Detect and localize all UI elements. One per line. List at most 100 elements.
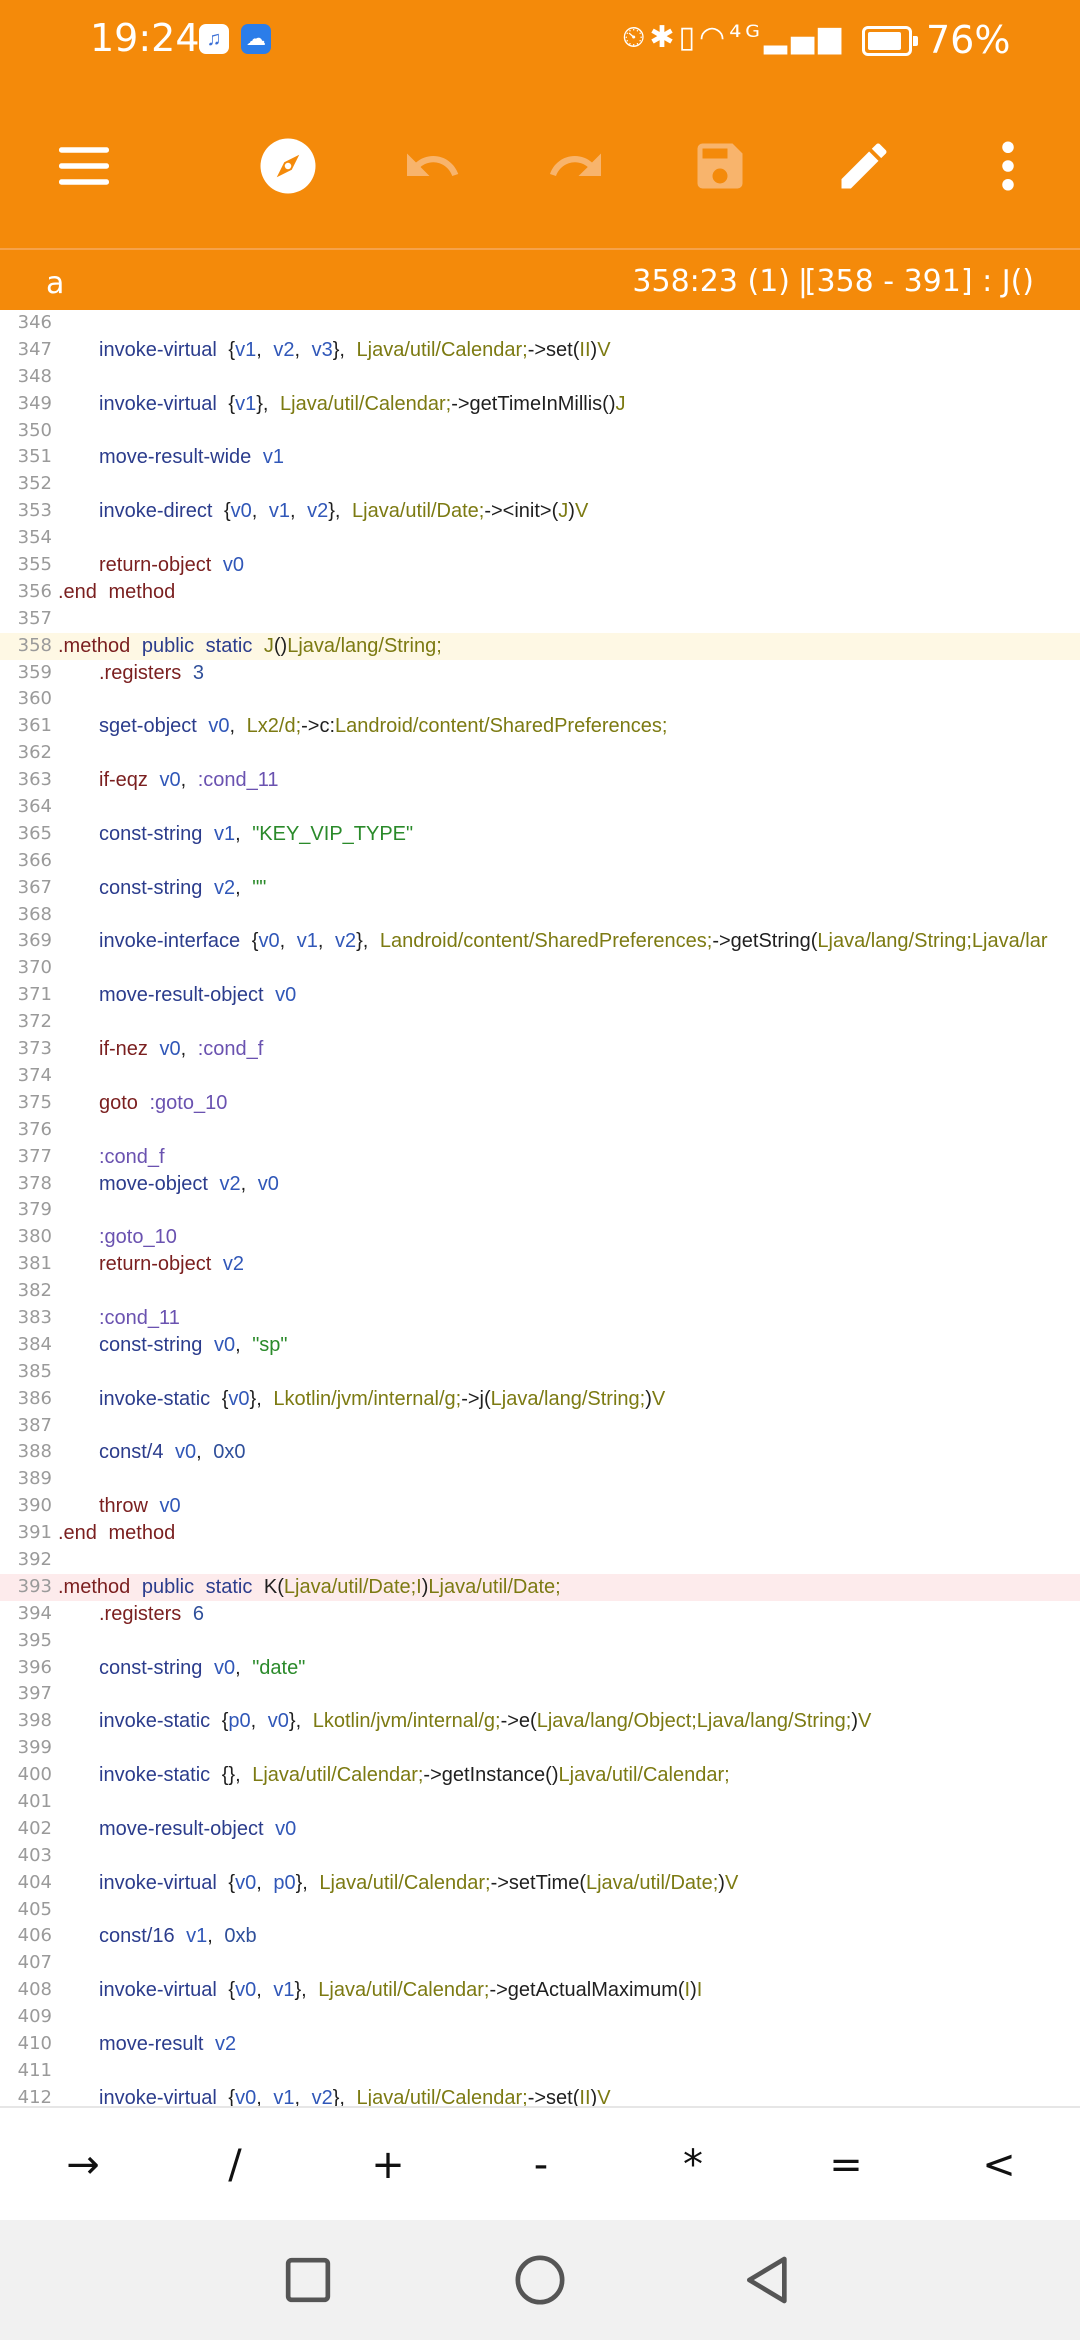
code-line[interactable]: 363 if-eqz v0, :cond_11 xyxy=(0,767,1080,794)
symbol-key[interactable]: + xyxy=(343,2130,433,2200)
status-icons: ⏲✱▯◠⁴ᴳ▂▄▆ xyxy=(622,20,846,55)
code-line[interactable]: 351 move-result-wide v1 xyxy=(0,444,1080,471)
code-line[interactable]: 372 xyxy=(0,1009,1080,1036)
code-line[interactable]: 401 xyxy=(0,1789,1080,1816)
code-line[interactable]: 410 move-result v2 xyxy=(0,2031,1080,2058)
code-line[interactable]: 381 return-object v2 xyxy=(0,1251,1080,1278)
code-line[interactable]: 403 xyxy=(0,1843,1080,1870)
code-line[interactable]: 405 xyxy=(0,1897,1080,1924)
line-number: 407 xyxy=(17,1952,52,1974)
code-line[interactable]: 412 invoke-virtual {v0, v1, v2}, Ljava/ut… xyxy=(0,2085,1080,2106)
code-line[interactable]: 352 xyxy=(0,471,1080,498)
code-line[interactable]: 389 xyxy=(0,1466,1080,1493)
code-line[interactable]: 359 .registers 3 xyxy=(0,660,1080,687)
code-line[interactable]: 365 const-string v1, "KEY_VIP_TYPE" xyxy=(0,821,1080,848)
code-line[interactable]: 361 sget-object v0, Lx2/d;->c:Landroid/co… xyxy=(0,713,1080,740)
code-line[interactable]: 390 throw v0 xyxy=(0,1493,1080,1520)
code-token: move-object xyxy=(99,1172,220,1195)
file-name[interactable]: a xyxy=(46,266,64,301)
save-icon[interactable] xyxy=(676,122,764,210)
code-line[interactable]: 385 xyxy=(0,1359,1080,1386)
code-line[interactable]: 378 move-object v2, v0 xyxy=(0,1171,1080,1198)
code-line[interactable]: 402 move-result-object v0 xyxy=(0,1816,1080,1843)
compass-icon[interactable] xyxy=(244,122,332,210)
code-line[interactable]: 347 invoke-virtual {v1, v2, v3}, Ljava/ut… xyxy=(0,337,1080,364)
code-line[interactable]: 362 xyxy=(0,740,1080,767)
code-token: v2 xyxy=(213,876,236,899)
code-line[interactable]: 358 .method public static J()Ljava/lang/S… xyxy=(0,632,1080,660)
more-vert-icon[interactable] xyxy=(964,122,1052,210)
method-range[interactable]: [358 - 391] : J() xyxy=(805,264,1034,299)
code-line[interactable]: 392 xyxy=(0,1547,1080,1574)
code-line[interactable]: 367 const-string v2, "" xyxy=(0,875,1080,902)
code-line[interactable]: 353 invoke-direct {v0, v1, v2}, Ljava/uti… xyxy=(0,498,1080,525)
code-line[interactable]: 355 return-object v0 xyxy=(0,552,1080,579)
code-line[interactable]: 406 const/16 v1, 0xb xyxy=(0,1923,1080,1950)
code-line[interactable]: 369 invoke-interface {v0, v1, v2}, Landro… xyxy=(0,928,1080,955)
code-token: const/16 xyxy=(99,1925,187,1948)
code-line[interactable]: 374 xyxy=(0,1063,1080,1090)
symbol-key[interactable]: / xyxy=(190,2130,280,2200)
code-token: :cond_11 xyxy=(99,1306,180,1329)
code-line[interactable]: 375 goto :goto_10 xyxy=(0,1090,1080,1117)
code-line[interactable]: 357 xyxy=(0,606,1080,633)
code-line[interactable]: 408 invoke-virtual {v0, v1}, Ljava/util/C… xyxy=(0,1977,1080,2004)
code-line[interactable]: 398 invoke-static {p0, v0}, Lkotlin/jvm/i… xyxy=(0,1708,1080,1735)
code-line[interactable]: 366 xyxy=(0,848,1080,875)
code-line[interactable]: 399 xyxy=(0,1735,1080,1762)
code-line[interactable]: 386 invoke-static {v0}, Lkotlin/jvm/inter… xyxy=(0,1386,1080,1413)
symbol-key[interactable]: = xyxy=(801,2130,891,2200)
code-line[interactable]: 394 .registers 6 xyxy=(0,1601,1080,1628)
code-line[interactable]: 380:goto_10 xyxy=(0,1224,1080,1251)
code-line[interactable]: 382 xyxy=(0,1278,1080,1305)
code-line[interactable]: 371 move-result-object v0 xyxy=(0,982,1080,1009)
code-line[interactable]: 349 invoke-virtual {v1}, Ljava/util/Calen… xyxy=(0,391,1080,418)
code-line[interactable]: 368 xyxy=(0,902,1080,929)
code-line[interactable]: 364 xyxy=(0,794,1080,821)
code-line[interactable]: 379 xyxy=(0,1197,1080,1224)
code-token: v2 xyxy=(307,500,329,523)
code-line[interactable]: 393 .method public static K(Ljava/util/Da… xyxy=(0,1573,1080,1601)
code-token: if-eqz xyxy=(99,769,160,792)
menu-icon[interactable] xyxy=(40,122,128,210)
symbol-key[interactable]: → xyxy=(38,2130,128,2200)
code-line[interactable]: 388 const/4 v0, 0x0 xyxy=(0,1439,1080,1466)
code-line[interactable]: 356 .end method xyxy=(0,579,1080,606)
code-token: v2 xyxy=(219,1172,241,1195)
code-line[interactable]: 391 .end method xyxy=(0,1520,1080,1547)
symbol-key[interactable]: < xyxy=(954,2130,1044,2200)
code-line[interactable]: 346 xyxy=(0,310,1080,337)
code-line[interactable]: 387 xyxy=(0,1413,1080,1440)
code-line[interactable]: 383:cond_11 xyxy=(0,1305,1080,1332)
code-line[interactable]: 407 xyxy=(0,1950,1080,1977)
code-token: Landroid/content/SharedPreferences; xyxy=(335,715,668,738)
redo-icon[interactable] xyxy=(532,122,620,210)
code-line[interactable]: 411 xyxy=(0,2058,1080,2085)
symbol-key[interactable]: * xyxy=(648,2130,738,2200)
code-line[interactable]: 397 xyxy=(0,1681,1080,1708)
code-line[interactable]: 384 const-string v0, "sp" xyxy=(0,1332,1080,1359)
code-line[interactable]: 376 xyxy=(0,1117,1080,1144)
code-line[interactable]: 370 xyxy=(0,955,1080,982)
circle-icon[interactable] xyxy=(504,2244,576,2316)
code-line[interactable]: 354 xyxy=(0,525,1080,552)
code-line[interactable]: 360 xyxy=(0,686,1080,713)
code-line[interactable]: 395 xyxy=(0,1628,1080,1655)
pencil-icon[interactable] xyxy=(820,122,908,210)
code-line[interactable]: 348 xyxy=(0,364,1080,391)
code-editor[interactable]: 346 347 invoke-virtual {v1, v2, v3}, Ljava… xyxy=(0,310,1080,2106)
square-icon[interactable] xyxy=(272,2244,344,2316)
code-line[interactable]: 373 if-nez v0, :cond_f xyxy=(0,1036,1080,1063)
code-line[interactable]: 377:cond_f xyxy=(0,1144,1080,1171)
symbol-key[interactable]: - xyxy=(496,2130,586,2200)
code-text: move-object v2, v0 xyxy=(99,1171,279,1198)
code-line[interactable]: 396 const-string v0, "date" xyxy=(0,1655,1080,1682)
code-token: II xyxy=(579,2086,591,2106)
undo-icon[interactable] xyxy=(388,122,476,210)
code-token: , xyxy=(279,930,297,953)
triangle-back-icon[interactable] xyxy=(732,2244,804,2316)
code-line[interactable]: 400 invoke-static {}, Ljava/util/Calendar… xyxy=(0,1762,1080,1789)
code-line[interactable]: 409 xyxy=(0,2004,1080,2031)
code-line[interactable]: 404 invoke-virtual {v0, p0}, Ljava/util/C… xyxy=(0,1870,1080,1897)
code-line[interactable]: 350 xyxy=(0,418,1080,445)
